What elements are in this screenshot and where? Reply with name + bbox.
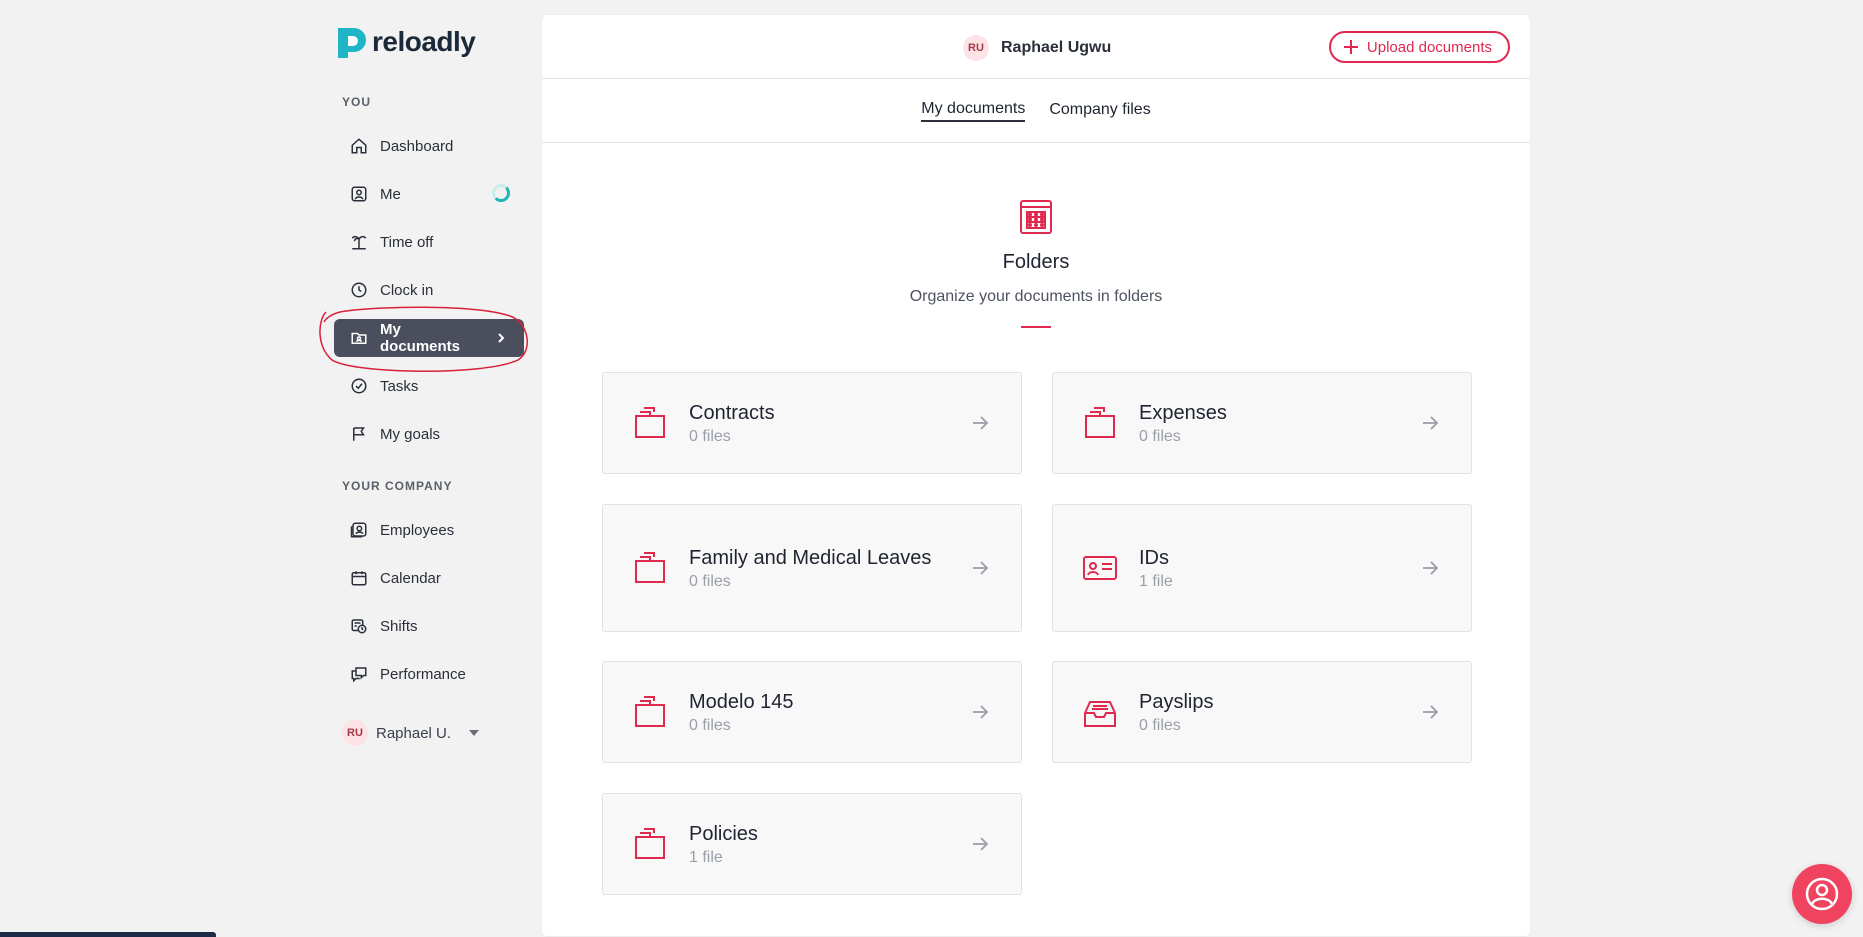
folder-name: IDs [1139, 546, 1169, 569]
clock-icon [351, 282, 367, 298]
folder-icon [635, 407, 665, 438]
arrow-right-icon [1423, 416, 1439, 430]
folder-card-ids[interactable]: IDs 1 file [1052, 504, 1472, 632]
folder-name: Contracts [689, 401, 775, 424]
folders-subtitle: Organize your documents in folders [909, 288, 1163, 305]
folder-card-policies[interactable]: Policies 1 file [602, 793, 1022, 895]
sidebar-item-label: Tasks [380, 377, 419, 395]
sidebar: reloadly YOU Dashboard Me Time off Clock… [326, 0, 526, 937]
sidebar-item-label: Time off [380, 233, 434, 251]
folder-card-contracts[interactable]: Contracts 0 files [602, 372, 1022, 474]
palm-tree-icon [351, 235, 367, 250]
arrow-right-icon [973, 705, 989, 719]
bottom-status-bar [0, 932, 216, 937]
logo-text: reloadly [372, 26, 476, 57]
chevron-right-icon [498, 333, 505, 343]
folder-file-count: 1 file [1139, 572, 1173, 590]
folder-icon [635, 696, 665, 727]
folder-name: Modelo 145 [689, 690, 794, 713]
folder-file-count: 1 file [689, 848, 723, 866]
sidebar-item-shifts[interactable]: Shifts [334, 607, 524, 645]
arrow-right-icon [973, 837, 989, 851]
home-icon [351, 138, 367, 154]
check-circle-icon [351, 378, 367, 394]
arrow-right-icon [973, 561, 989, 575]
help-support-button[interactable] [1792, 864, 1852, 924]
folder-file-count: 0 files [1139, 427, 1181, 445]
document-tabs: My documents Company files [542, 79, 1530, 143]
sidebar-item-calendar[interactable]: Calendar [334, 559, 524, 597]
plus-icon [1343, 40, 1358, 54]
arrow-right-icon [1423, 705, 1439, 719]
sidebar-item-label: Performance [380, 665, 466, 683]
folder-file-count: 0 files [689, 572, 731, 590]
user-menu[interactable]: RU Raphael U. [334, 720, 480, 746]
folder-name: Payslips [1139, 690, 1214, 713]
lifebuoy-icon [1805, 877, 1839, 911]
chat-bubbles-icon [351, 667, 367, 683]
folder-name: Family and Medical Leaves [689, 546, 932, 569]
folder-name: Expenses [1139, 401, 1227, 424]
caret-down-icon [469, 730, 480, 736]
upload-documents-button[interactable]: Upload documents [1328, 31, 1510, 63]
sidebar-item-label: Shifts [380, 617, 418, 635]
folder-card-family-and-medical-leaves[interactable]: Family and Medical Leaves 0 files [602, 504, 1022, 632]
folders-hero: Folders Organize your documents in folde… [542, 200, 1530, 328]
folder-card-payslips[interactable]: Payslips 0 files [1052, 661, 1472, 763]
arrow-right-icon [973, 416, 989, 430]
accent-divider [1021, 326, 1051, 328]
folder-name: Policies [689, 822, 758, 845]
avatar: RU [342, 720, 368, 746]
user-name: Raphael U. [376, 724, 452, 742]
section-label-you: YOU [342, 95, 372, 109]
folder-file-count: 0 files [1139, 716, 1181, 734]
reloadly-logo-icon [338, 28, 366, 58]
folder-file-count: 0 files [689, 427, 731, 445]
sidebar-item-label: Calendar [380, 569, 441, 587]
sidebar-item-performance[interactable]: Performance [334, 655, 524, 693]
sidebar-item-clock-in[interactable]: Clock in [334, 271, 524, 309]
folder-file-count: 0 files [689, 716, 731, 734]
folder-icon [1085, 407, 1115, 438]
sidebar-item-label: Dashboard [380, 137, 454, 155]
sidebar-item-tasks[interactable]: Tasks [334, 367, 524, 405]
arrow-right-icon [1423, 561, 1439, 575]
folders-title: Folders [1002, 251, 1070, 273]
sidebar-item-dashboard[interactable]: Dashboard [334, 127, 524, 165]
loading-spinner-icon [492, 184, 510, 202]
upload-documents-label: Upload documents [1366, 38, 1492, 56]
folder-icon [635, 828, 665, 859]
tab-company-files[interactable]: Company files [1049, 101, 1150, 121]
tab-my-documents[interactable]: My documents [921, 100, 1026, 122]
sidebar-item-label: Clock in [380, 281, 434, 299]
inbox-tray-icon [1084, 701, 1116, 727]
sidebar-item-time-off[interactable]: Time off [334, 223, 524, 261]
avatar: RU [963, 35, 989, 61]
section-label-your-company: YOUR COMPANY [342, 479, 453, 493]
sidebar-item-label: Employees [380, 521, 455, 539]
folder-icon [635, 552, 665, 583]
main-panel: RU Raphael Ugwu Upload documents My docu… [541, 14, 1531, 937]
users-icon [350, 522, 367, 538]
sidebar-item-employees[interactable]: Employees [334, 511, 524, 549]
sidebar-item-label: My goals [380, 425, 441, 443]
folder-card-modelo-145[interactable]: Modelo 145 0 files [602, 661, 1022, 763]
folder-user-icon [351, 332, 367, 344]
sidebar-item-my-goals[interactable]: My goals [334, 415, 524, 453]
flag-icon [353, 427, 365, 441]
top-bar: RU Raphael Ugwu Upload documents [542, 15, 1530, 79]
calendar-icon [351, 571, 367, 586]
id-card-icon [1083, 556, 1117, 580]
sidebar-item-label: My documents [380, 321, 461, 355]
reloadly-logo[interactable]: reloadly [334, 24, 476, 60]
folders-cabinet-icon [1020, 200, 1052, 234]
sidebar-item-my-documents[interactable]: My documents [334, 319, 524, 357]
header-user-name: Raphael Ugwu [1001, 39, 1112, 56]
header-user[interactable]: RU Raphael Ugwu [963, 35, 1111, 61]
sidebar-item-label: Me [380, 185, 401, 203]
folder-card-expenses[interactable]: Expenses 0 files [1052, 372, 1472, 474]
user-square-icon [351, 186, 367, 202]
shifts-icon [351, 619, 367, 634]
